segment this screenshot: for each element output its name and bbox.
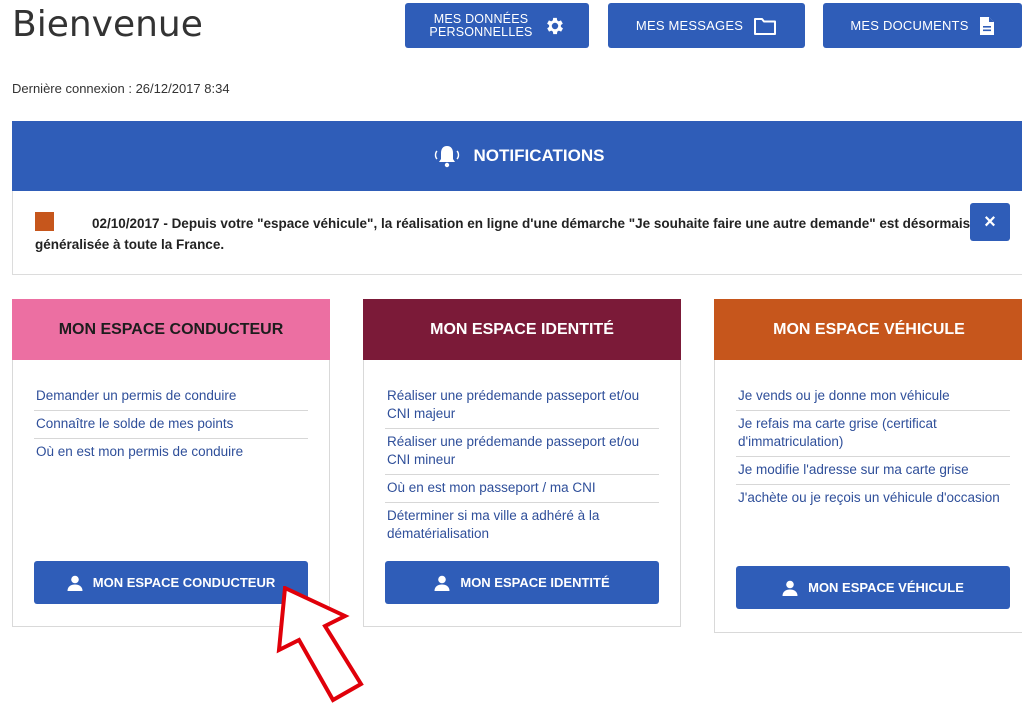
link-dematerialisation[interactable]: Déterminer si ma ville a adhéré à la dém… (385, 503, 659, 548)
mon-espace-vehicule-label: MON ESPACE VÉHICULE (808, 580, 964, 595)
notifications-header: NOTIFICATIONS (12, 121, 1022, 191)
last-login: Dernière connexion : 26/12/2017 8:34 (12, 81, 230, 96)
mes-donnees-personnelles-label: MES DONNÉES PERSONNELLES (429, 11, 533, 39)
link-demander-permis[interactable]: Demander un permis de conduire (34, 383, 308, 411)
link-solde-points[interactable]: Connaître le solde de mes points (34, 411, 308, 439)
notification-message: 02/10/2017 - Depuis votre "espace véhicu… (35, 216, 971, 252)
notification-item: 02/10/2017 - Depuis votre "espace véhicu… (12, 191, 1022, 275)
page-title: Bienvenue (12, 4, 203, 45)
close-icon: × (984, 210, 996, 233)
close-notification-button[interactable]: × (970, 203, 1010, 241)
card-espace-identite: MON ESPACE IDENTITÉ Réaliser une prédema… (363, 299, 681, 627)
card-espace-conducteur: MON ESPACE CONDUCTEUR Demander un permis… (12, 299, 330, 627)
user-icon (782, 580, 798, 596)
link-vendre-vehicule[interactable]: Je vends ou je donne mon véhicule (736, 383, 1010, 411)
link-suivi-permis[interactable]: Où en est mon permis de conduire (34, 439, 308, 466)
link-refaire-carte-grise[interactable]: Je refais ma carte grise (certificat d'i… (736, 411, 1010, 457)
links-vehicule: Je vends ou je donne mon véhicule Je ref… (736, 383, 1010, 512)
folder-icon (753, 16, 777, 36)
link-acheter-vehicule[interactable]: J'achète ou je reçois un véhicule d'occa… (736, 485, 1010, 512)
page: Bienvenue MES DONNÉES PERSONNELLES MES M… (0, 0, 1022, 705)
mes-messages-label: MES MESSAGES (635, 18, 744, 33)
link-modifier-adresse[interactable]: Je modifie l'adresse sur ma carte grise (736, 457, 1010, 485)
mes-documents-label: MES DOCUMENTS (850, 18, 969, 33)
mes-documents-button[interactable]: MES DOCUMENTS (823, 3, 1022, 48)
mes-messages-button[interactable]: MES MESSAGES (608, 3, 805, 48)
mon-espace-identite-label: MON ESPACE IDENTITÉ (460, 575, 610, 590)
mon-espace-vehicule-button[interactable]: MON ESPACE VÉHICULE (736, 566, 1010, 609)
link-predemande-majeur[interactable]: Réaliser une prédemande passeport et/ou … (385, 383, 659, 429)
links-identite: Réaliser une prédemande passeport et/ou … (385, 383, 659, 548)
notifications-title: NOTIFICATIONS (473, 146, 605, 165)
bell-icon (430, 143, 464, 169)
card-title-conducteur: MON ESPACE CONDUCTEUR (12, 299, 330, 360)
card-espace-vehicule: MON ESPACE VÉHICULE Je vends ou je donne… (714, 299, 1022, 633)
card-title-vehicule: MON ESPACE VÉHICULE (714, 299, 1022, 360)
annotation-arrow-icon (276, 586, 364, 703)
gear-icon (544, 15, 566, 37)
links-conducteur: Demander un permis de conduire Connaître… (34, 383, 308, 466)
link-suivi-passeport[interactable]: Où en est mon passeport / ma CNI (385, 475, 659, 503)
user-icon (434, 575, 450, 591)
card-title-identite: MON ESPACE IDENTITÉ (363, 299, 681, 360)
mes-donnees-personnelles-button[interactable]: MES DONNÉES PERSONNELLES (405, 3, 589, 48)
mon-espace-identite-button[interactable]: MON ESPACE IDENTITÉ (385, 561, 659, 604)
document-icon (979, 16, 995, 36)
mon-espace-conducteur-label: MON ESPACE CONDUCTEUR (92, 575, 276, 590)
link-predemande-mineur[interactable]: Réaliser une prédemande passeport et/ou … (385, 429, 659, 475)
user-icon (67, 575, 83, 591)
